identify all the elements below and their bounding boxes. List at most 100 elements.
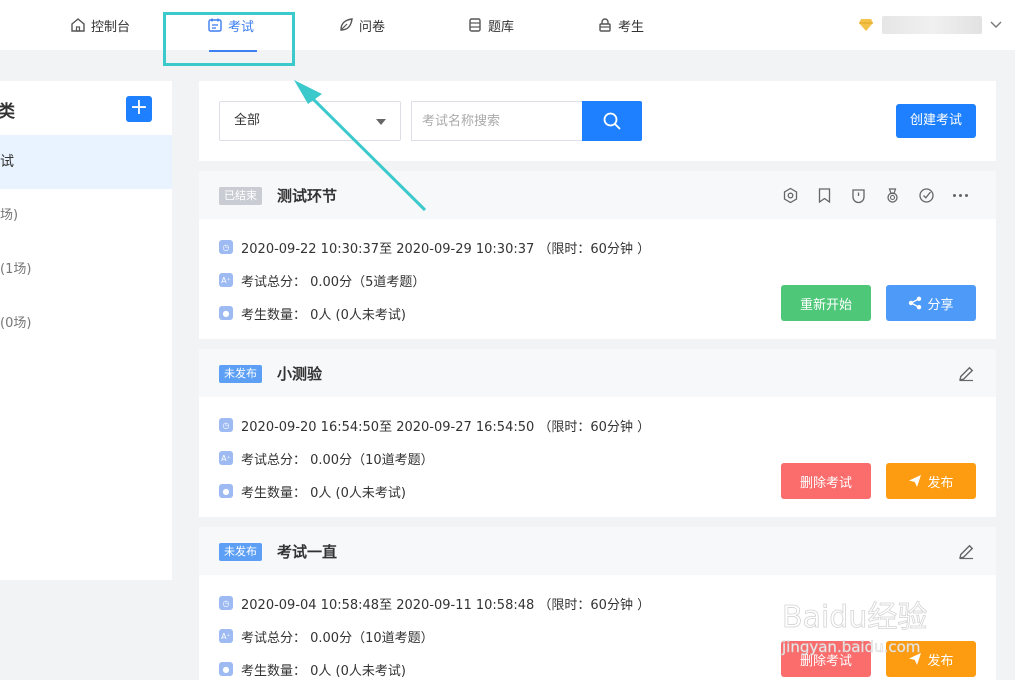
exam-card: 未发布 考试一直 ◷ 2020-09-04 10:58:48至 2020-09-1… [199,527,996,680]
exam-actions [781,186,970,205]
user-icon: ● [219,306,233,320]
sidebar-title: 类 [0,102,15,122]
bookmark-icon[interactable] [815,186,834,205]
sidebar-item[interactable]: 试 [0,135,172,189]
edit-icon[interactable] [957,364,976,383]
exam-filter-bar: 全部 创建考试 [199,81,996,161]
exam-score-row: A⁺ 考试总分： 0.00分（5道考题） [219,271,426,290]
user-icon: ● [219,662,233,676]
button-label: 重新开始 [799,297,852,313]
timer-icon[interactable] [849,186,868,205]
leaf-icon [340,18,353,31]
exam-card-header: 未发布 考试一直 [199,527,996,575]
share-button[interactable]: 分享 [886,285,976,321]
button-label: 发布 [927,653,954,669]
home-icon [71,18,85,32]
search-icon [603,112,621,130]
status-badge: 已结束 [219,187,262,205]
score-icon: A⁺ [219,273,233,287]
select-value: 全部 [234,113,261,128]
exam-time-row: ◷ 2020-09-04 10:58:48至 2020-09-11 10:58:4… [219,594,651,613]
score-icon: A⁺ [219,451,233,465]
person-lock-icon [599,18,611,32]
exam-title[interactable]: 考试一直 [277,541,337,562]
add-category-button[interactable]: + [126,96,152,122]
nav-item-survey[interactable]: 问卷 [338,0,385,50]
exam-students-row: ● 考生数量： 0人 (0人未考试) [219,482,406,501]
exam-card-header: 已结束 测试环节 [199,171,996,219]
user-menu[interactable] [858,12,1002,38]
score-icon: A⁺ [219,629,233,643]
send-icon [909,653,922,665]
plus-icon: + [129,95,149,120]
clock-icon: ◷ [219,240,233,254]
chevron-down-icon [990,21,1002,28]
exam-score-row: A⁺ 考试总分： 0.00分（10道考题） [219,627,434,646]
nav-label: 题库 [488,19,515,35]
exam-score: 考试总分： 0.00分（5道考题） [241,274,426,290]
exam-students: 考生数量： 0人 (0人未考试) [241,307,406,323]
share-icon [909,296,922,310]
search-input[interactable] [411,101,583,141]
exam-time: 2020-09-22 10:30:37至 2020-09-29 10:30:37… [241,241,651,257]
exam-score: 考试总分： 0.00分（10道考题） [241,452,434,468]
username-blurred [882,16,982,34]
database-icon [469,18,481,32]
nav-label: 考试 [228,19,255,35]
user-icon: ● [219,484,233,498]
exam-card: 已结束 测试环节 ◷ 2020-09-22 10:30:37至 2020-09-2… [199,171,996,339]
exam-title[interactable]: 测试环节 [277,185,337,206]
search-button[interactable] [582,101,642,141]
exam-time: 2020-09-04 10:58:48至 2020-09-11 10:58:48… [241,597,651,613]
exam-time-row: ◷ 2020-09-22 10:30:37至 2020-09-29 10:30:3… [219,238,651,257]
exam-students: 考生数量： 0人 (0人未考试) [241,485,406,501]
nav-label: 问卷 [359,19,386,35]
button-label: 删除考试 [799,475,852,491]
medal-icon[interactable] [883,186,902,205]
nav-item-students[interactable]: 考生 [597,0,644,50]
clock-icon: ◷ [219,418,233,432]
exam-card-header: 未发布 小测验 [199,349,996,397]
create-exam-button[interactable]: 创建考试 [896,104,976,138]
send-icon [909,475,922,487]
caret-down-icon [376,119,386,125]
exam-card: 未发布 小测验 ◷ 2020-09-20 16:54:50至 2020-09-27… [199,349,996,517]
sidebar-item[interactable]: (1场) [0,243,172,297]
button-label: 分享 [927,297,954,313]
restart-button[interactable]: 重新开始 [781,285,871,321]
exam-time: 2020-09-20 16:54:50至 2020-09-27 16:54:50… [241,419,651,435]
delete-exam-button[interactable]: 删除考试 [781,463,871,499]
status-badge: 未发布 [219,543,262,561]
sidebar-item[interactable]: (0场) [0,297,172,351]
top-navigation: 控制台 考试 问卷 题库 考生 [0,0,1015,50]
sidebar-item[interactable]: 场) [0,189,172,243]
publish-button[interactable]: 发布 [886,463,976,499]
diamond-icon [859,19,873,31]
exam-students-row: ● 考生数量： 0人 (0人未考试) [219,304,406,323]
status-badge: 未发布 [219,365,262,383]
nav-item-dashboard[interactable]: 控制台 [70,0,130,50]
nav-label: 考生 [618,19,645,35]
category-select[interactable]: 全部 [219,101,401,141]
check-circle-icon[interactable] [917,186,936,205]
calendar-icon [208,18,222,32]
nav-item-exam[interactable]: 考试 [207,0,254,50]
button-label: 发布 [927,475,954,491]
clock-icon: ◷ [219,596,233,610]
nav-label: 控制台 [91,19,131,35]
delete-exam-button[interactable]: 删除考试 [781,641,871,677]
edit-icon[interactable] [957,542,976,561]
nav-item-question-bank[interactable]: 题库 [467,0,514,50]
exam-title[interactable]: 小测验 [277,363,322,384]
category-sidebar: 类 + 试 场) (1场) (0场) [0,81,172,580]
sidebar-header: 类 + [0,81,172,135]
active-tab-indicator [209,50,257,52]
publish-button[interactable]: 发布 [886,641,976,677]
settings-icon[interactable] [781,186,800,205]
exam-students: 考生数量： 0人 (0人未考试) [241,663,406,679]
exam-students-row: ● 考生数量： 0人 (0人未考试) [219,660,406,679]
button-label: 删除考试 [799,653,852,669]
exam-score: 考试总分： 0.00分（10道考题） [241,630,434,646]
more-icon[interactable] [951,186,970,205]
exam-time-row: ◷ 2020-09-20 16:54:50至 2020-09-27 16:54:5… [219,416,651,435]
